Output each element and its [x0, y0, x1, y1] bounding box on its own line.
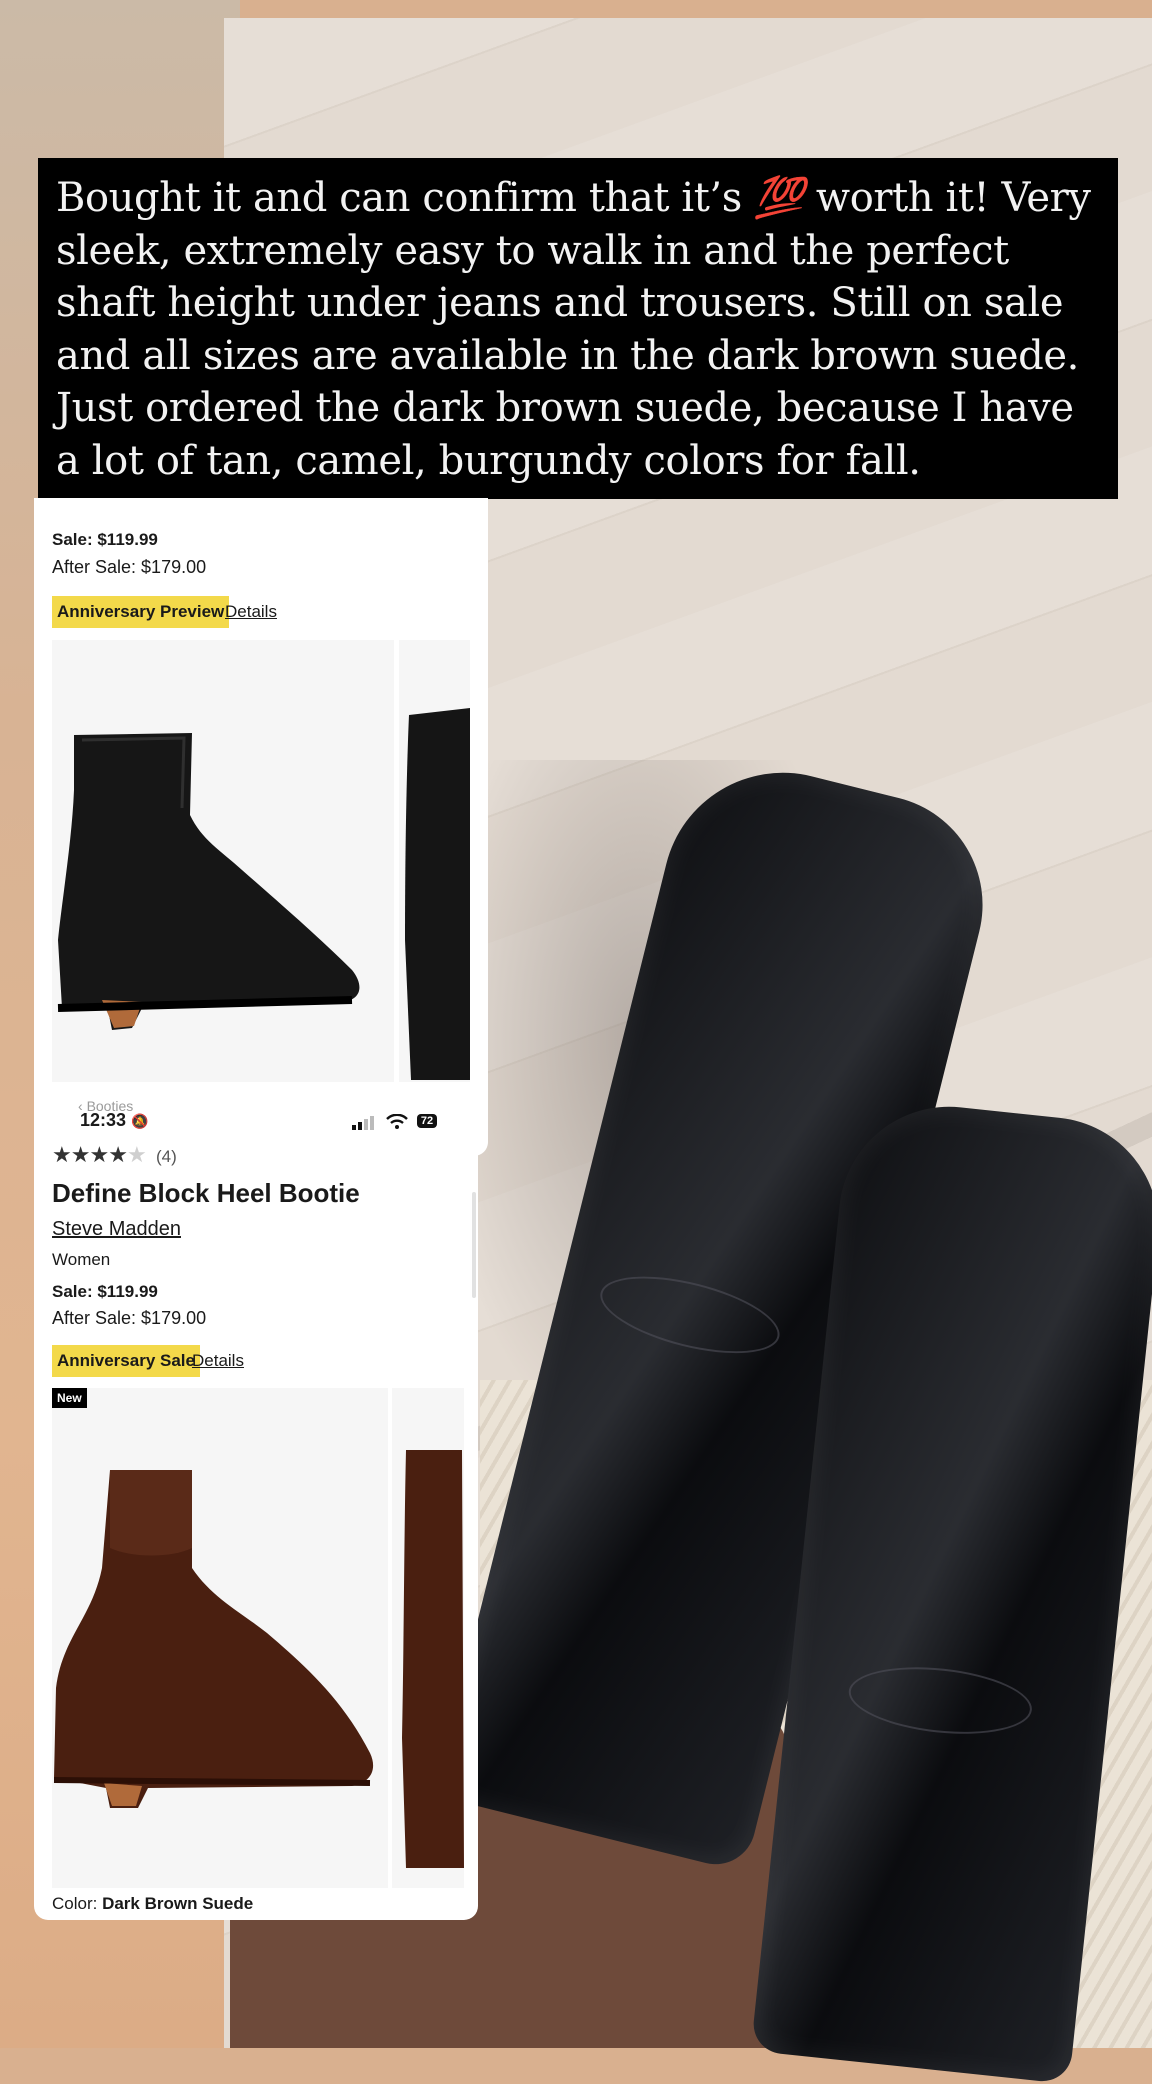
brand-link[interactable]: Steve Madden	[52, 1218, 181, 1241]
sale-price: Sale: $119.99	[52, 530, 158, 549]
status-icons: 72	[352, 1113, 438, 1135]
status-time: 12:33 🔕	[80, 1110, 149, 1131]
caption-part: Bought it and can confirm that it’s	[56, 175, 755, 221]
star-icon: ★	[70, 1142, 91, 1167]
after-sale-price: After Sale: $179.00	[52, 1308, 207, 1328]
product-image-next[interactable]	[392, 1388, 464, 1888]
product-image-next[interactable]	[399, 640, 470, 1082]
product-image[interactable]	[52, 1388, 388, 1888]
boot-seam	[845, 1659, 1036, 1742]
cellular-signal-icon	[352, 1116, 374, 1130]
mute-bell-icon: 🔕	[131, 1113, 149, 1129]
battery-icon: 72	[416, 1114, 438, 1128]
product-image[interactable]	[52, 640, 394, 1082]
product-title: Define Block Heel Bootie	[52, 1178, 360, 1208]
wifi-icon	[386, 1113, 409, 1129]
caption-text: Bought it and can confirm that it’s 💯 wo…	[38, 158, 1118, 499]
scrollbar[interactable]	[472, 1192, 476, 1298]
star-icon: ★	[108, 1142, 128, 1167]
sale-price: Sale: $119.99	[52, 1282, 158, 1301]
black-leather-boot-side-icon	[405, 708, 470, 1080]
star-empty-icon: ★	[126, 1142, 147, 1167]
black-leather-boot-icon	[57, 733, 360, 1030]
color-selection: Color: Dark Brown Suede	[52, 1894, 253, 1914]
boot-seam	[592, 1261, 787, 1369]
product-card-top: Sale: $119.99 After Sale: $179.00 Annive…	[34, 498, 488, 1156]
new-badge: New	[52, 1388, 87, 1408]
star-icon: ★	[89, 1142, 109, 1167]
product-detail: ★★★★★ (4) Define Block Heel Bootie Steve…	[34, 1140, 478, 1920]
brown-suede-boot-side-icon	[402, 1450, 464, 1868]
anniversary-badge: Anniversary Sale	[52, 1345, 200, 1377]
after-sale-price: After Sale: $179.00	[52, 557, 207, 577]
gender-label: Women	[52, 1250, 111, 1269]
details-link[interactable]: Details	[225, 602, 277, 622]
color-value: Dark Brown Suede	[102, 1894, 254, 1913]
rating-stars: ★★★★★	[52, 1142, 147, 1168]
color-label: Color:	[52, 1894, 103, 1913]
brown-suede-boot-icon	[53, 1470, 374, 1808]
star-icon: ★	[52, 1142, 72, 1167]
rating-count[interactable]: (4)	[156, 1147, 177, 1167]
caption-part: worth it! Very sleek, extremely easy to …	[56, 175, 1091, 484]
hundred-points-icon: 💯	[754, 174, 804, 221]
details-link[interactable]: Details	[192, 1351, 244, 1371]
anniversary-badge: Anniversary Preview	[52, 596, 230, 628]
clock-time: 12:33	[80, 1110, 127, 1130]
